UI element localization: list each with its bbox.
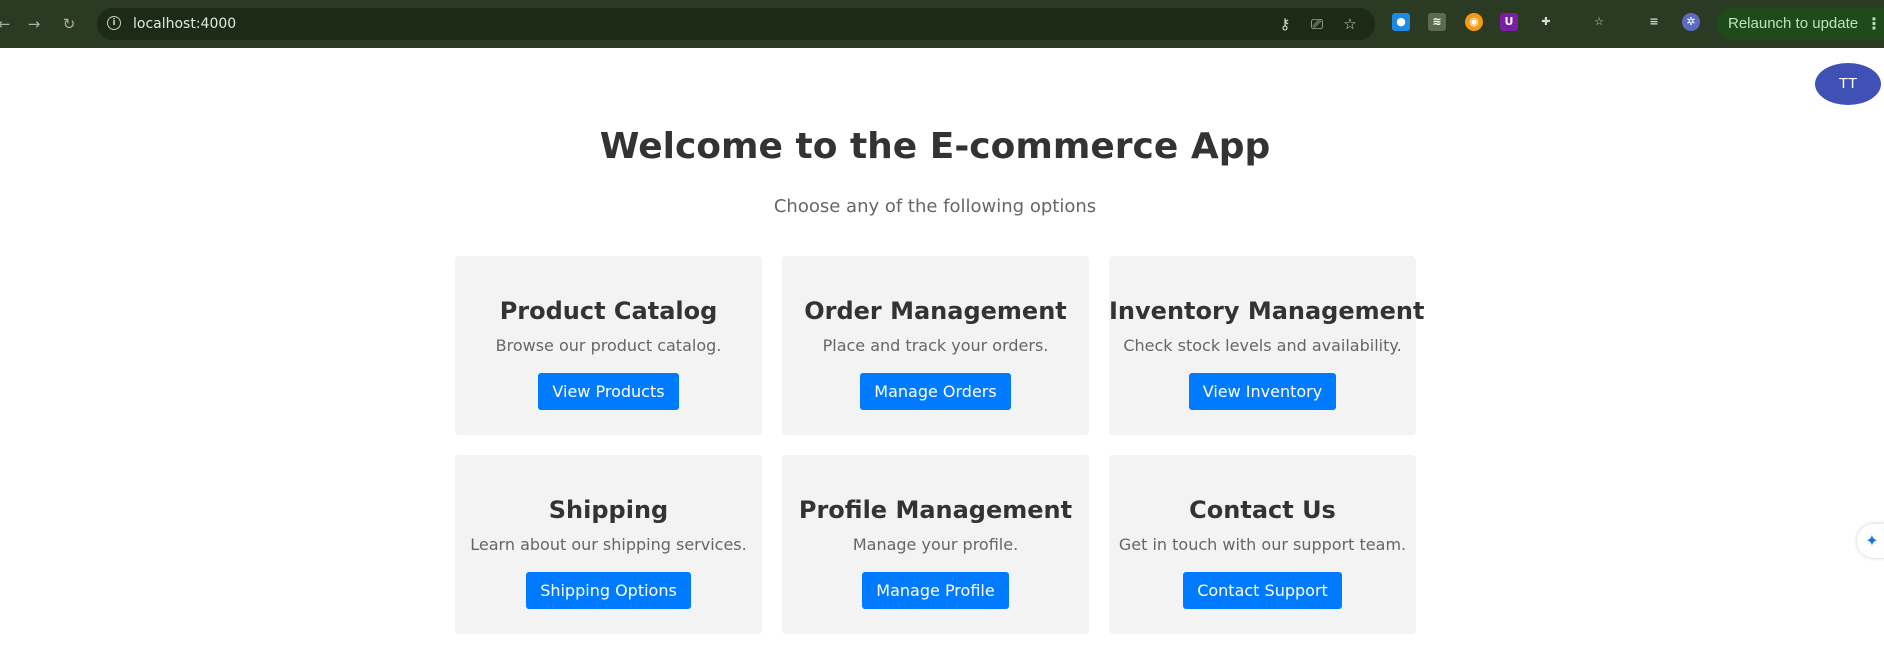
assistant-widget-icon[interactable]: ✦ (1857, 524, 1884, 558)
site-info-icon[interactable]: i (107, 16, 121, 30)
relaunch-label: Relaunch to update (1728, 15, 1859, 32)
card-description: Learn about our shipping services. (470, 535, 747, 554)
card-title: Contact Us (1189, 496, 1336, 524)
shipping-options-button[interactable]: Shipping Options (526, 572, 691, 609)
more-vert-icon[interactable]: ⋮ (1866, 8, 1882, 40)
card-description: Browse our product catalog. (495, 336, 722, 355)
page-subtitle: Choose any of the following options (773, 196, 1097, 217)
install-app-icon[interactable]: ⎚ (1307, 14, 1327, 34)
manage-orders-button[interactable]: Manage Orders (860, 373, 1011, 410)
card-title: Inventory Management (1109, 297, 1425, 325)
puzzle-icon[interactable]: ✚ (1537, 13, 1555, 31)
card-profile-management: Profile Management Manage your profile. … (782, 455, 1089, 634)
card-description: Manage your profile. (852, 535, 1019, 554)
contact-support-button[interactable]: Contact Support (1183, 572, 1342, 609)
card-shipping: Shipping Learn about our shipping servic… (455, 455, 762, 634)
card-product-catalog: Product Catalog Browse our product catal… (455, 256, 762, 435)
card-title: Shipping (548, 496, 669, 524)
card-description: Get in touch with our support team. (1118, 535, 1407, 554)
reload-icon[interactable]: ↻ (57, 12, 81, 36)
extension-icon[interactable]: U (1500, 13, 1518, 31)
view-products-button[interactable]: View Products (538, 373, 679, 410)
view-inventory-button[interactable]: View Inventory (1188, 373, 1337, 410)
media-icon[interactable]: ✲ (1682, 13, 1700, 31)
avatar[interactable]: TT (1815, 63, 1881, 105)
card-order-management: Order Management Place and track your or… (782, 256, 1089, 435)
extension-icon[interactable]: ◉ (1465, 13, 1483, 31)
card-title: Profile Management (798, 496, 1073, 524)
options-grid: Product Catalog Browse our product catal… (455, 256, 1425, 634)
relaunch-button[interactable]: Relaunch to update ⋮ (1716, 8, 1884, 40)
bookmarks-icon[interactable]: ☆ (1590, 13, 1608, 31)
url-text[interactable]: localhost:4000 (133, 8, 236, 40)
page-title: Welcome to the E-commerce App (599, 126, 1271, 167)
extension-icon[interactable]: ● (1392, 13, 1410, 31)
reading-list-icon[interactable]: ≡ (1645, 13, 1663, 31)
browser-toolbar: ← → ↻ i localhost:4000 ⚷ ⎚ ☆ ● ≋ ◉ U ✚ ☆… (0, 0, 1884, 48)
address-bar[interactable]: i localhost:4000 ⚷ ⎚ ☆ (97, 8, 1375, 40)
extension-icon[interactable]: ≋ (1428, 13, 1446, 31)
back-icon[interactable]: ← (0, 12, 16, 36)
card-description: Place and track your orders. (822, 336, 1049, 355)
forward-icon[interactable]: → (22, 12, 46, 36)
card-description: Check stock levels and availability. (1123, 336, 1402, 355)
key-icon[interactable]: ⚷ (1275, 14, 1295, 34)
card-title: Product Catalog (499, 297, 718, 325)
bookmark-star-icon[interactable]: ☆ (1340, 14, 1360, 34)
card-contact-us: Contact Us Get in touch with our support… (1109, 455, 1416, 634)
card-title: Order Management (804, 297, 1067, 325)
manage-profile-button[interactable]: Manage Profile (862, 572, 1009, 609)
card-inventory-management: Inventory Management Check stock levels … (1109, 256, 1425, 435)
